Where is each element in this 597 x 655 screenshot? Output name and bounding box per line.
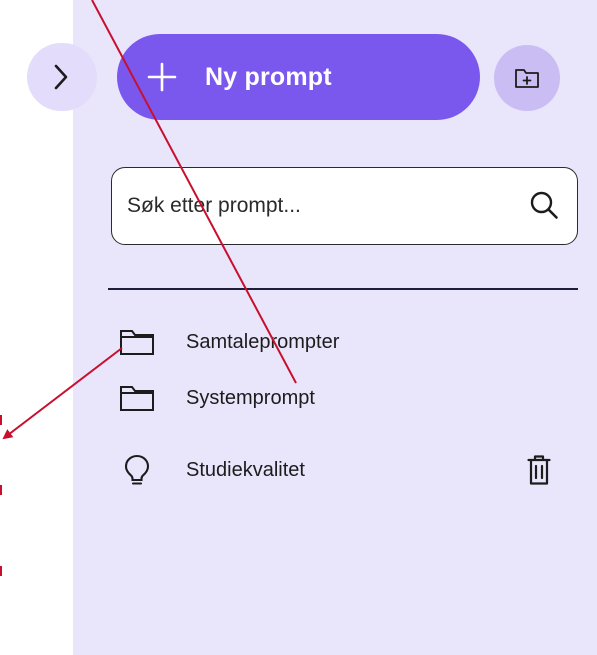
new-folder-button[interactable]	[494, 45, 560, 111]
chevron-right-icon	[54, 64, 68, 90]
lightbulb-icon	[118, 453, 162, 487]
list-item-prompt-studiekvalitet[interactable]: Studiekvalitet	[118, 450, 573, 490]
search-input[interactable]	[112, 185, 509, 227]
list-item-label: Samtaleprompter	[186, 330, 340, 353]
new-prompt-label: Ny prompt	[205, 62, 332, 91]
annotation-mark	[0, 415, 2, 425]
annotation-mark	[0, 485, 2, 495]
search-icon[interactable]	[529, 190, 559, 220]
collapse-sidebar-button[interactable]	[27, 43, 97, 111]
list-item-folder-systemprompt[interactable]: Systemprompt	[118, 378, 573, 418]
folder-plus-icon	[515, 69, 539, 88]
list-item-folder-samtaleprompter[interactable]: Samtaleprompter	[118, 322, 573, 362]
plus-icon	[147, 62, 177, 92]
list-item-label: Studiekvalitet	[186, 458, 305, 481]
list-divider	[108, 288, 578, 290]
annotation-mark	[0, 566, 2, 576]
delete-prompt-button[interactable]	[526, 453, 552, 487]
new-prompt-button[interactable]: Ny prompt	[117, 34, 480, 120]
search-field[interactable]	[111, 167, 578, 245]
folder-icon	[118, 325, 162, 359]
prompt-library-screen: Ny prompt Samtaleprompter	[0, 0, 597, 655]
folder-icon	[118, 381, 162, 415]
list-item-label: Systemprompt	[186, 386, 315, 409]
trash-icon	[527, 455, 551, 485]
